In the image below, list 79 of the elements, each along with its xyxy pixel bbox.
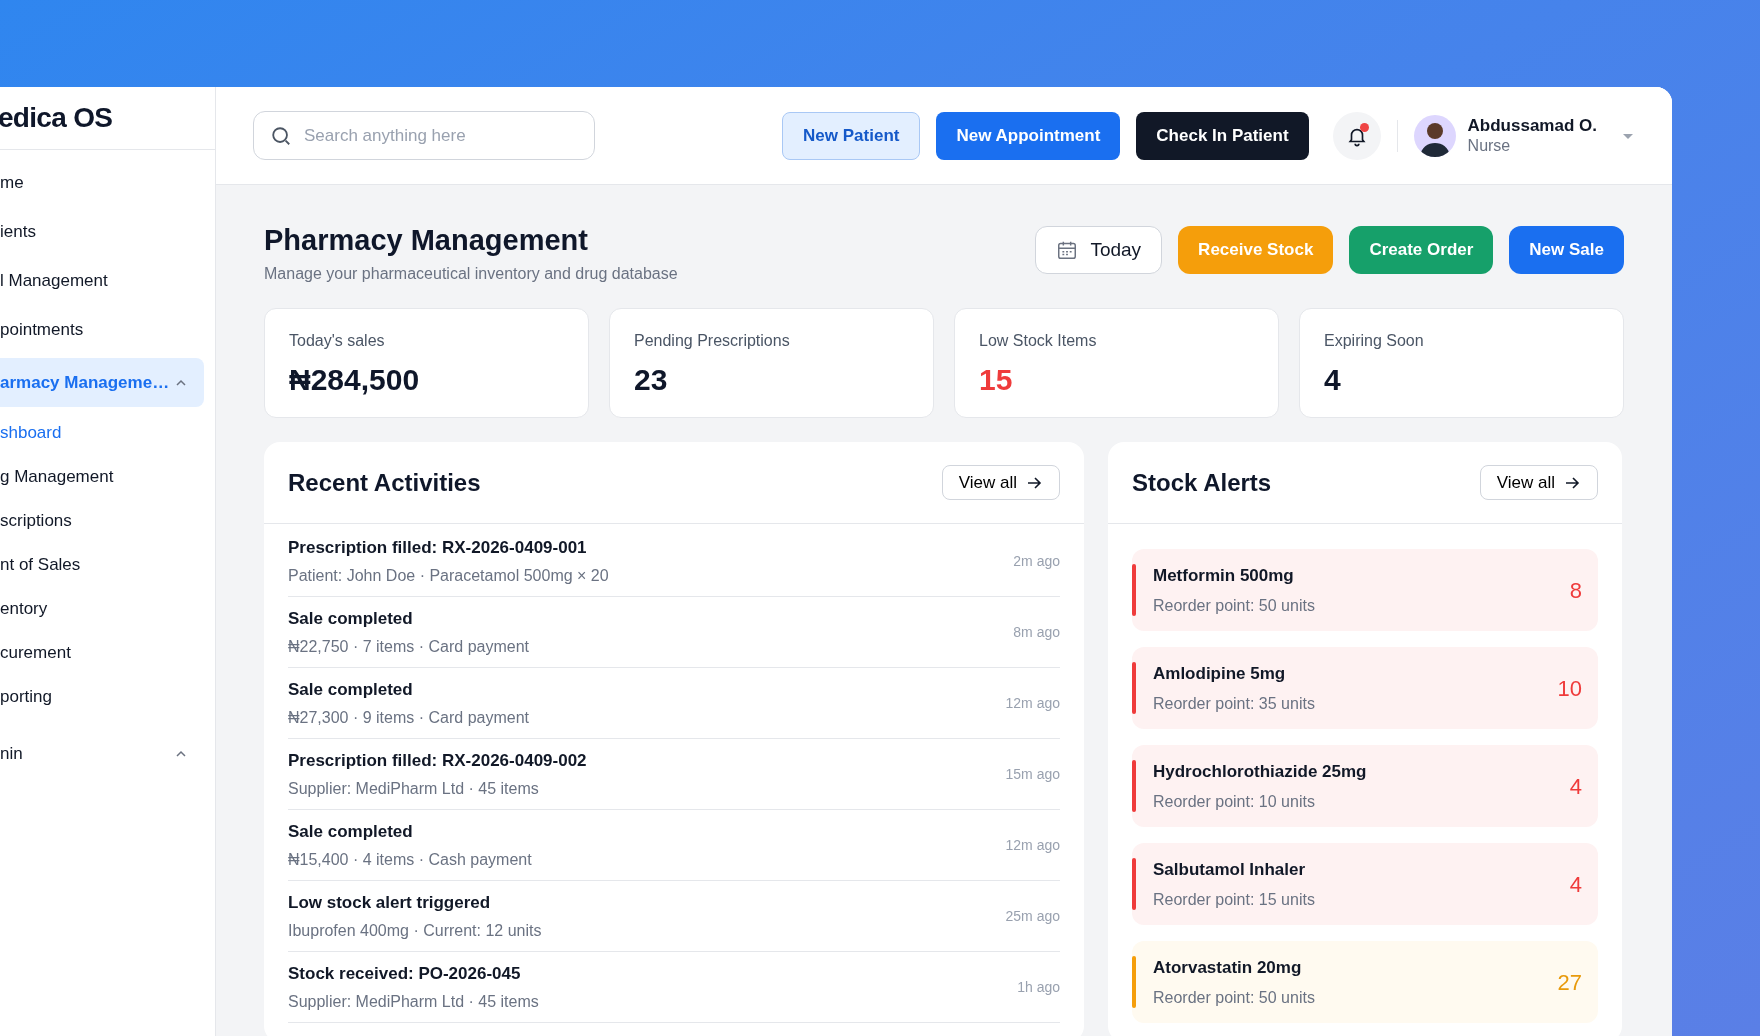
activity-title: Prescription filled: RX-2026-0409-002: [288, 750, 588, 772]
severity-bar: [1132, 760, 1136, 813]
date-filter-button[interactable]: Today: [1035, 226, 1163, 274]
stat-value: 15: [979, 362, 1014, 399]
stat-label: Low Stock Items: [979, 331, 1098, 352]
activity-time: 2m ago: [1013, 551, 1060, 571]
avatar-icon: [1413, 114, 1456, 157]
page-subtitle: Manage your pharmaceutical inventory and drug database: [264, 264, 678, 285]
drug-name: Amlodipine 5mg: [1153, 662, 1287, 685]
activity-detail: Supplier: MediPharm Ltd · 45 items: [288, 778, 540, 799]
view-all-button[interactable]: View all: [1479, 465, 1598, 501]
activity-title: Sale completed: [288, 821, 414, 843]
page-title: Pharmacy Management: [264, 223, 589, 258]
severity-bar: [1132, 956, 1136, 1009]
activity-detail: ₦22,750 · 7 items · Card payment: [288, 636, 530, 657]
activity-title: Sale completed: [288, 608, 414, 630]
user-role: Nurse: [1467, 136, 1512, 157]
sidebar-item[interactable]: me: [0, 158, 204, 207]
stock-count: 10: [1557, 674, 1582, 703]
activity-detail: Patient: John Doe · Paracetamol 500mg × 20: [288, 565, 610, 586]
stat-label: Pending Prescriptions: [634, 331, 791, 352]
activity-title: Prescription filled: RX-2026-0409-001: [288, 537, 588, 559]
stat-label: Expiring Soon: [1324, 331, 1425, 352]
stock-count: 4: [1569, 772, 1582, 801]
sidebar-subitem[interactable]: entory: [0, 587, 204, 631]
activity-title: Low stock alert triggered: [288, 892, 492, 914]
sidebar-item[interactable]: nin: [0, 729, 204, 778]
user-name: Abdussamad O.: [1467, 114, 1597, 137]
activity-time: 8m ago: [1013, 622, 1060, 642]
panel-title: Stock Alerts: [1132, 467, 1272, 498]
sidebar-subitem[interactable]: scriptions: [0, 499, 204, 543]
stock-count: 27: [1557, 968, 1582, 997]
drug-name: Hydrochlorothiazide 25mg: [1153, 760, 1368, 783]
stock-count: 8: [1569, 576, 1582, 605]
search-icon: [270, 125, 292, 147]
sidebar-subitem[interactable]: nt of Sales: [0, 543, 204, 587]
sidebar-item[interactable]: armacy Manageme…: [0, 358, 204, 407]
stat-value: 23: [634, 362, 669, 399]
sidebar-subitem[interactable]: g Management: [0, 455, 204, 499]
severity-bar: [1132, 564, 1136, 617]
drug-name: Salbutamol Inhaler: [1153, 858, 1307, 881]
activity-title: Stock received: PO-2026-045: [288, 963, 522, 985]
sidebar-subitem[interactable]: porting: [0, 675, 204, 719]
activity-time: 15m ago: [1005, 764, 1060, 784]
activity-time: 12m ago: [1005, 835, 1060, 855]
sidebar-item[interactable]: ients: [0, 207, 204, 256]
search-field[interactable]: Search anything here: [253, 111, 595, 160]
calendar-icon: [1056, 239, 1079, 261]
header-button[interactable]: New Appointment: [936, 111, 1121, 160]
drug-name: Metformin 500mg: [1153, 564, 1295, 587]
stat-value: ₦284,500: [289, 362, 421, 399]
stat-value: 4: [1324, 362, 1342, 399]
severity-bar: [1132, 662, 1136, 715]
severity-bar: [1132, 858, 1136, 911]
header-button[interactable]: Check In Patient: [1136, 111, 1309, 160]
sidebar-item[interactable]: pointments: [0, 305, 204, 354]
reorder-point: Reorder point: 15 units: [1153, 890, 1316, 910]
activity-detail: Supplier: MediPharm Ltd · 45 items: [288, 991, 540, 1012]
activity-detail: Ibuprofen 400mg · Current: 12 units: [288, 920, 543, 941]
reorder-point: Reorder point: 10 units: [1153, 792, 1316, 812]
sidebar-item[interactable]: l Management: [0, 256, 204, 305]
stock-count: 4: [1569, 870, 1582, 899]
activity-detail: ₦27,300 · 9 items · Card payment: [288, 707, 530, 728]
reorder-point: Reorder point: 35 units: [1153, 694, 1316, 714]
sidebar-subitem[interactable]: shboard: [0, 411, 204, 455]
activity-time: 25m ago: [1005, 906, 1060, 926]
activity-time: 12m ago: [1005, 693, 1060, 713]
header-button[interactable]: New Patient: [782, 111, 921, 160]
activity-time: 1h ago: [1017, 977, 1060, 997]
view-all-button[interactable]: View all: [941, 465, 1060, 501]
activity-detail: ₦15,400 · 4 items · Cash payment: [288, 849, 533, 870]
panel-title: Recent Activities: [288, 467, 481, 498]
drug-name: Atorvastatin 20mg: [1153, 956, 1303, 979]
reorder-point: Reorder point: 50 units: [1153, 988, 1316, 1008]
reorder-point: Reorder point: 50 units: [1153, 596, 1316, 616]
sidebar-subitem[interactable]: curement: [0, 631, 204, 675]
activity-title: Sale completed: [288, 679, 414, 701]
action-button[interactable]: New Sale: [1509, 226, 1624, 274]
stat-label: Today's sales: [289, 331, 386, 352]
